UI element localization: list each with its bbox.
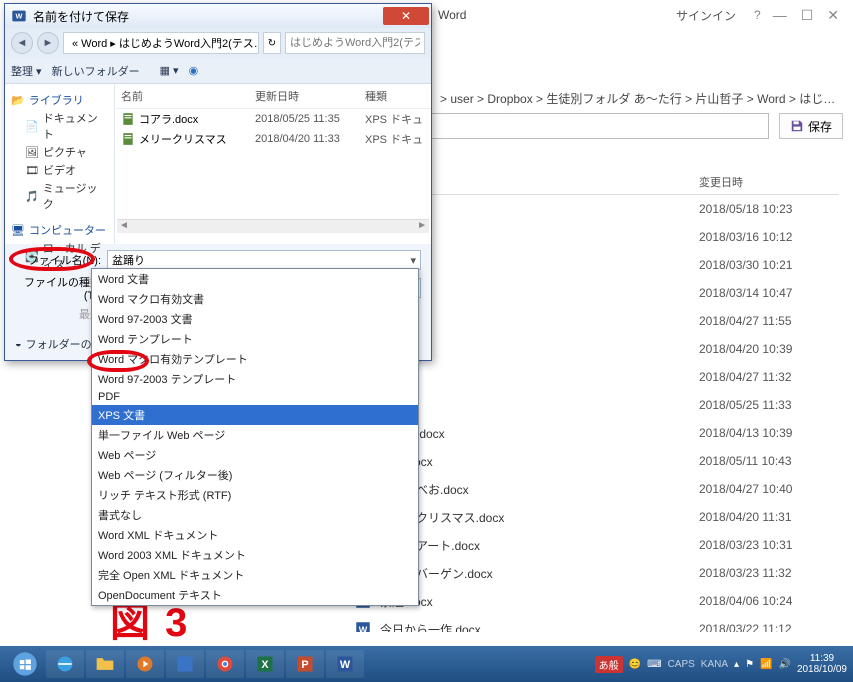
filetype-label: ファイルの種類(T): (15, 274, 101, 302)
annotation-circle-xps (87, 350, 149, 372)
dialog-titlebar: W 名前を付けて保存 ✕ (5, 4, 431, 28)
refresh-button[interactable]: ↻ (263, 32, 281, 54)
ime-pad-icon[interactable]: ⌨ (647, 659, 661, 670)
sidebar-library[interactable]: 📂 ライブラリ (11, 92, 108, 108)
nav-back-button[interactable]: ◄ (11, 32, 33, 54)
breadcrumb[interactable]: > user > Dropbox > 生徒別フォルダ あ～た行 > 片山哲子 >… (440, 90, 845, 107)
filetype-option[interactable]: 完全 Open XML ドキュメント (92, 565, 418, 585)
filetype-option[interactable]: Word テンプレート (92, 329, 418, 349)
fh-type[interactable]: 種類 (365, 88, 425, 104)
list-item[interactable]: W今日から一作.docx2018/03/22 11:12 (330, 615, 839, 632)
word-icon: W (11, 8, 27, 24)
save-icon (790, 119, 804, 133)
tb-explorer[interactable] (86, 650, 124, 678)
tb-word[interactable]: W (326, 650, 364, 678)
caps-indicator: CAPS (668, 659, 695, 670)
fh-date[interactable]: 更新日時 (255, 88, 365, 104)
sidebar-documents[interactable]: 📄 ドキュメント (25, 110, 108, 142)
sidebar-pictures[interactable]: 🖼 ピクチャ (25, 144, 108, 160)
svg-text:W: W (16, 12, 23, 21)
taskbar: X P W あ般 😊 ⌨ CAPS KANA ▴ ⚑ 📶 🔊 11:39 201… (0, 646, 853, 682)
filetype-option[interactable]: リッチ テキスト形式 (RTF) (92, 485, 418, 505)
filetype-option[interactable]: Web ページ (フィルター後) (92, 465, 418, 485)
filetype-option[interactable]: Word 97-2003 文書 (92, 309, 418, 329)
kana-indicator: KANA (701, 659, 728, 670)
ime-indicator[interactable]: あ般 (595, 656, 623, 673)
filetype-option[interactable]: Word 2003 XML ドキュメント (92, 545, 418, 565)
filename-field[interactable]: 盆踊り (107, 250, 421, 270)
col-date[interactable]: 変更日時 (699, 174, 839, 190)
sidebar-music[interactable]: 🎵 ミュージック (25, 180, 108, 212)
help-icon[interactable]: ◉ (189, 64, 199, 77)
maximize-button[interactable]: ☐ (801, 7, 814, 24)
sidebar-videos[interactable]: 🎞 ビデオ (25, 162, 108, 178)
clock[interactable]: 11:39 2018/10/09 (797, 653, 847, 675)
dialog-sidebar: 📂 ライブラリ 📄 ドキュメント 🖼 ピクチャ 🎞 ビデオ 🎵 ミュージック 🖥… (5, 84, 115, 244)
search-input[interactable] (285, 32, 425, 54)
dialog-title: 名前を付けて保存 (33, 8, 129, 25)
tray-volume-icon[interactable]: 🔊 (778, 659, 790, 670)
sidebar-computer[interactable]: 🖥 コンピューター (11, 222, 108, 238)
h-scrollbar[interactable] (117, 219, 429, 233)
tb-ie[interactable] (46, 650, 84, 678)
tray-chevron[interactable]: ▴ (734, 659, 739, 670)
system-tray: あ般 😊 ⌨ CAPS KANA ▴ ⚑ 📶 🔊 11:39 2018/10/0… (595, 653, 847, 675)
filetype-dropdown: Word 文書Word マクロ有効文書Word 97-2003 文書Word テ… (91, 268, 419, 606)
xps-icon (121, 112, 135, 126)
dialog-file-row[interactable]: メリークリスマス2018/04/20 11:33XPS ドキュ (115, 129, 431, 149)
signin-link[interactable]: サインイン (676, 7, 736, 24)
dialog-file-list: 名前 更新日時 種類 コアラ.docx2018/05/25 11:35XPS ド… (115, 84, 431, 244)
close-button[interactable]: ✕ (827, 7, 839, 24)
fh-name[interactable]: 名前 (121, 88, 255, 104)
dialog-file-row[interactable]: コアラ.docx2018/05/25 11:35XPS ドキュ (115, 109, 431, 129)
svg-text:W: W (340, 659, 351, 671)
filetype-option[interactable]: Word XML ドキュメント (92, 525, 418, 545)
ime-tool-icon[interactable]: 😊 (629, 659, 641, 670)
tray-flag-icon[interactable]: ⚑ (745, 659, 754, 670)
word-doc-icon: W (354, 620, 372, 632)
tb-chrome[interactable] (206, 650, 244, 678)
svg-text:P: P (301, 659, 308, 671)
tb-app1[interactable] (166, 650, 204, 678)
filetype-option[interactable]: Word 97-2003 テンプレート (92, 369, 418, 389)
save-button[interactable]: 保存 (779, 113, 843, 139)
help-button[interactable]: ? (754, 8, 761, 22)
filetype-option[interactable]: XPS 文書 (92, 405, 418, 425)
app-name: Word (438, 8, 466, 22)
xps-icon (121, 132, 135, 146)
filetype-option[interactable]: 書式なし (92, 505, 418, 525)
minimize-button[interactable]: — (773, 7, 787, 24)
filetype-option[interactable]: Word 文書 (92, 269, 418, 289)
filetype-option[interactable]: PDF (92, 389, 418, 405)
view-button[interactable]: ▦ ▾ (160, 64, 179, 77)
dialog-toolbar: 整理 ▾ 新しいフォルダー ▦ ▾ ◉ (5, 58, 431, 84)
start-button[interactable] (6, 650, 44, 678)
filetype-option[interactable]: Word マクロ有効文書 (92, 289, 418, 309)
filetype-option[interactable]: OpenDocument テキスト (92, 585, 418, 605)
nav-fwd-button[interactable]: ► (37, 32, 59, 54)
filetype-option[interactable]: 単一ファイル Web ページ (92, 425, 418, 445)
organize-menu[interactable]: 整理 ▾ (11, 63, 42, 79)
tray-network-icon[interactable]: 📶 (760, 659, 772, 670)
annotation-circle-filetype-label (9, 247, 95, 271)
tb-media[interactable] (126, 650, 164, 678)
filetype-option[interactable]: Web ページ (92, 445, 418, 465)
dialog-nav: ◄ ► « Word ▸ はじめようWord入門2(テス… ▾ ↻ (5, 28, 431, 58)
new-folder-button[interactable]: 新しいフォルダー (52, 63, 140, 79)
address-bar[interactable]: « Word ▸ はじめようWord入門2(テス… ▾ (63, 32, 259, 54)
tb-excel[interactable]: X (246, 650, 284, 678)
svg-text:W: W (359, 625, 368, 632)
dialog-close-button[interactable]: ✕ (383, 7, 429, 25)
recent-label: 最近 (15, 306, 101, 322)
svg-text:X: X (261, 659, 269, 671)
tb-powerpoint[interactable]: P (286, 650, 324, 678)
